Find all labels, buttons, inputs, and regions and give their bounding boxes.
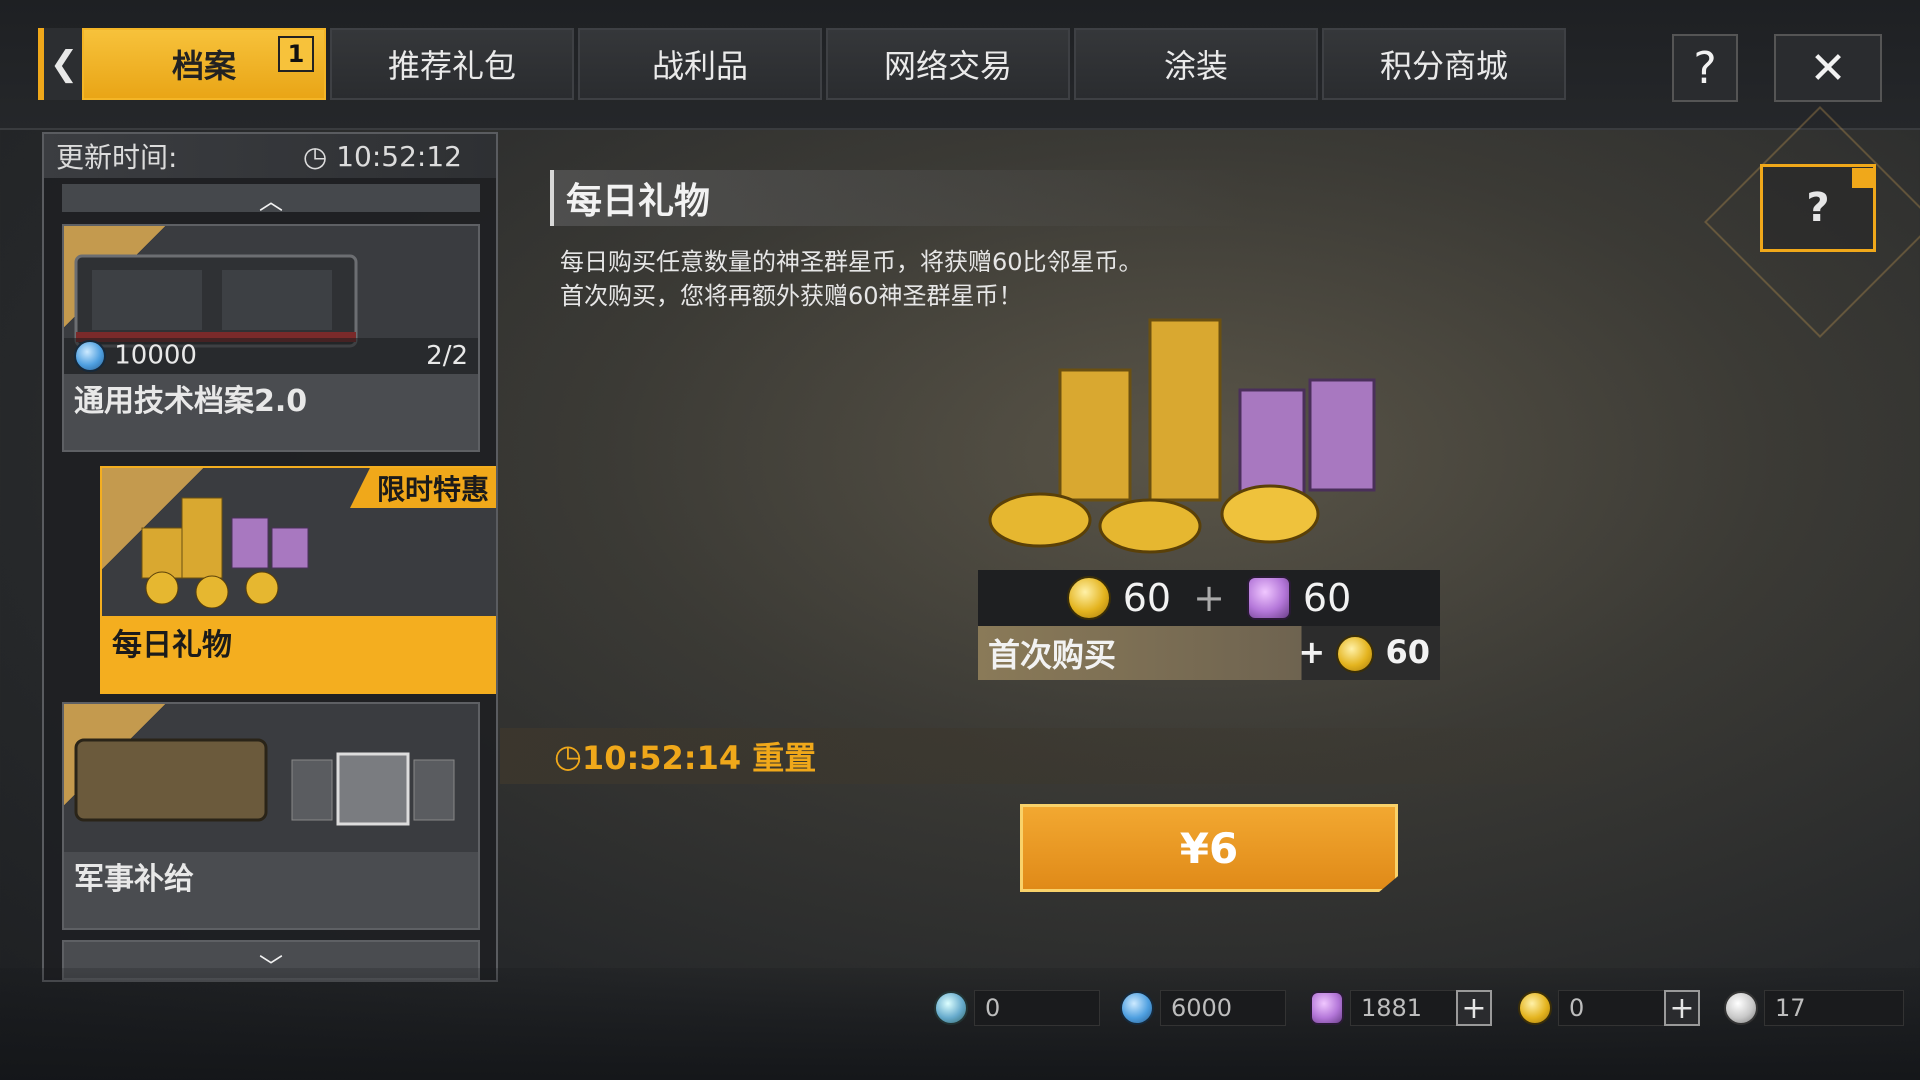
supply-illustration: [74, 738, 455, 826]
tab-network-trade[interactable]: 网络交易: [826, 28, 1070, 100]
plus-sign: +: [1193, 576, 1225, 620]
currency-teal: 0: [934, 990, 1100, 1026]
first-purchase-bonus: 60: [1385, 633, 1430, 671]
item-list-panel: 更新时间: ◷ 10:52:12 ︿ 10000 2/2 通用技术档案2.0 限…: [42, 132, 498, 982]
gift-icon: [1852, 168, 1874, 188]
clock-icon: ◷: [554, 737, 582, 775]
update-time-label: 更新时间:: [56, 141, 178, 174]
help-button[interactable]: ?: [1672, 34, 1738, 102]
currency-silver: 17: [1724, 990, 1904, 1026]
plus-icon: +: [1461, 990, 1487, 1026]
tab-label: 涂装: [1163, 47, 1228, 85]
close-icon: ✕: [1809, 42, 1847, 94]
item-count: 2/2: [426, 341, 468, 371]
silver-g-icon: [1724, 991, 1758, 1025]
coin-pile-illustration: [988, 318, 1376, 554]
purple-reward-amount: 60: [1302, 576, 1352, 620]
top-navigation-bar: ❮ 档案 1 推荐礼包 战利品 网络交易 涂装 积分商城 ? ✕: [0, 0, 1920, 130]
currency-value: 0: [1558, 990, 1668, 1026]
coin-stack-illustration: [141, 497, 309, 608]
back-arrow-icon: ❮: [49, 44, 79, 84]
item-title: 军事补给: [74, 862, 194, 897]
notification-badge: 1: [278, 36, 314, 72]
currency-value: 1881: [1350, 990, 1460, 1026]
scroll-up-button[interactable]: ︿: [62, 184, 480, 215]
teal-gear-icon: [934, 991, 968, 1025]
reward-row: 60 + 60: [978, 570, 1440, 626]
gold-reward-amount: 60: [1122, 576, 1172, 620]
chevron-up-icon: ︿: [259, 186, 283, 215]
gold-v-icon: [1518, 991, 1552, 1025]
list-item-daily-gift[interactable]: 限时特惠 每日礼物: [100, 466, 496, 694]
close-button[interactable]: ✕: [1774, 34, 1882, 102]
gold-v-coin-icon: [1336, 635, 1375, 673]
add-purple-currency-button[interactable]: +: [1456, 990, 1492, 1026]
add-gold-currency-button[interactable]: +: [1664, 990, 1700, 1026]
currency-purple: 1881: [1310, 990, 1460, 1026]
supply-image: [64, 704, 478, 852]
tab-label: 推荐礼包: [387, 47, 516, 85]
item-price: 10000: [114, 340, 197, 371]
purple-p-icon: [1310, 991, 1344, 1025]
tab-label: 网络交易: [883, 47, 1012, 85]
item-title: 通用技术档案2.0: [74, 384, 308, 419]
purple-p-coin-icon: [1246, 576, 1291, 620]
update-time-value: ◷ 10:52:12: [302, 139, 462, 173]
buy-button[interactable]: ¥6: [1020, 804, 1398, 892]
list-item-military-supply[interactable]: 军事补给: [62, 702, 480, 930]
price-row: 10000 2/2: [64, 338, 478, 374]
limited-offer-tag: 限时特惠: [350, 468, 496, 508]
currency-blue: 6000: [1120, 990, 1286, 1026]
first-purchase-row: 首次购买 + 60: [978, 626, 1440, 680]
first-purchase-label: 首次购买: [988, 636, 1117, 674]
tab-archive[interactable]: 档案 1: [82, 28, 326, 100]
currency-value: 6000: [1160, 990, 1286, 1026]
reset-timer: ◷ 10:52:14 重置: [500, 728, 1600, 784]
list-item-tech-archive[interactable]: 10000 2/2 通用技术档案2.0: [62, 224, 480, 452]
blue-cycle-icon: [1120, 991, 1154, 1025]
tab-label: 积分商城: [1379, 47, 1508, 85]
back-button[interactable]: ❮: [38, 28, 84, 100]
currency-value: 0: [974, 990, 1100, 1026]
reward-summary: 60 + 60 首次购买 + 60: [978, 570, 1440, 682]
gold-v-coin-icon: [1066, 576, 1111, 620]
item-title: 每日礼物: [112, 628, 232, 663]
tab-skins[interactable]: 涂装: [1074, 28, 1318, 100]
currency-gold: 0: [1518, 990, 1668, 1026]
tab-recommended-packs[interactable]: 推荐礼包: [330, 28, 574, 100]
question-box-icon: ?: [1806, 185, 1830, 231]
detail-title: 每日礼物: [550, 170, 1250, 226]
tab-label: 档案: [171, 47, 236, 85]
plus-sign: +: [1298, 633, 1326, 671]
blue-cycle-icon: [74, 340, 106, 372]
question-icon: ?: [1693, 42, 1717, 94]
plus-icon: +: [1669, 990, 1695, 1026]
description-line-2: 首次购买，您将再额外获赠60神圣群星币！: [560, 282, 1023, 310]
tab-loot[interactable]: 战利品: [578, 28, 822, 100]
description-line-1: 每日购买任意数量的神圣群星币，将获赠60比邻星币。: [560, 248, 1143, 276]
currency-value: 17: [1764, 990, 1904, 1026]
buy-price: ¥6: [1179, 823, 1239, 873]
reset-time-text: 10:52:14 重置: [581, 739, 817, 777]
tab-label: 战利品: [651, 47, 748, 85]
update-time-row: 更新时间: ◷ 10:52:12: [44, 134, 496, 178]
tab-points-shop[interactable]: 积分商城: [1322, 28, 1566, 100]
